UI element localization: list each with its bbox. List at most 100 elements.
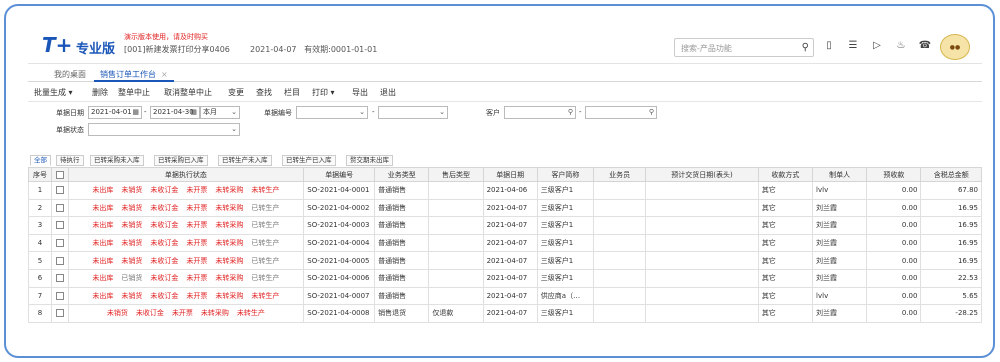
status-link[interactable]: 未出库 [92, 185, 113, 195]
status-link[interactable]: 未出库 [92, 203, 113, 213]
exit-button[interactable]: 退出 [380, 87, 396, 98]
status-link[interactable]: 未开票 [186, 273, 207, 283]
table-row[interactable]: 4 未出库 未销货 未收订金 未开票 未转采购 已转生产 SO-2021-04-0004 普通销… [28, 233, 982, 253]
batch-generate-button[interactable]: 批量生成 ▾ [34, 87, 73, 98]
docno-from-select[interactable]: ⌄ [296, 106, 368, 119]
customer-from-input[interactable]: ⚲ [504, 106, 576, 119]
status-link[interactable]: 未销货 [107, 308, 128, 318]
row-docno[interactable]: SO-2021-04-0002 [303, 198, 376, 218]
col-exec-status-header[interactable]: 单据执行状态 [67, 167, 305, 182]
columns-button[interactable]: 栏目 [284, 87, 300, 98]
row-docno[interactable]: SO-2021-04-0007 [303, 286, 376, 306]
table-row[interactable]: 6 未出库 已销货 未收订金 未开票 未转采购 已转生产 SO-2021-04-0006 普通销… [28, 268, 982, 288]
status-link[interactable]: 未转生产 [251, 185, 279, 195]
col-prepaid-header[interactable]: 预收款 [866, 167, 922, 182]
row-docno[interactable]: SO-2021-04-0001 [303, 181, 376, 200]
trial-notice[interactable]: 演示版本使用，请及时购买 [124, 32, 208, 42]
status-link[interactable]: 未出库 [92, 291, 113, 301]
status-link[interactable]: 未收订金 [150, 273, 178, 283]
search-icon[interactable]: ⚲ [649, 107, 654, 118]
row-docno[interactable]: SO-2021-04-0004 [303, 233, 376, 253]
status-link[interactable]: 未销货 [121, 203, 142, 213]
row-checkbox[interactable] [55, 256, 64, 265]
period-select[interactable]: 本月 ⌄ [200, 106, 240, 119]
col-total-header[interactable]: 含税总金额 [920, 167, 982, 182]
calendar-icon[interactable]: ▦ [190, 107, 197, 118]
col-customer-header[interactable]: 客户简称 [536, 167, 595, 182]
status-link[interactable]: 未出库 [92, 220, 113, 230]
col-eta-header[interactable]: 预计交货日期(表头) [645, 167, 759, 182]
status-link[interactable]: 未销货 [121, 185, 142, 195]
status-link[interactable]: 未收订金 [136, 308, 164, 318]
status-link[interactable]: 未收订金 [150, 185, 178, 195]
status-link[interactable]: 已销货 [121, 273, 142, 283]
col-select-header[interactable] [50, 167, 69, 182]
table-row[interactable]: 5 未出库 未销货 未收订金 未开票 未转采购 已转生产 SO-2021-04-0005 普通销… [28, 251, 982, 270]
date-to-input[interactable]: 2021-04-30 ▦ [150, 106, 200, 119]
status-link[interactable]: 未收订金 [150, 256, 178, 266]
tab-sales-order-workbench[interactable]: 销售订单工作台 × [94, 68, 174, 82]
tab-desktop[interactable]: 我的桌面 [48, 68, 92, 82]
status-link[interactable]: 已转生产 [251, 256, 279, 266]
status-link[interactable]: 未转采购 [201, 308, 229, 318]
search-box[interactable]: 搜索-产品功能 ⚲ [674, 38, 814, 57]
export-button[interactable]: 导出 [352, 87, 368, 98]
row-docno[interactable]: SO-2021-04-0008 [303, 304, 376, 323]
find-button[interactable]: 查找 [256, 87, 272, 98]
col-payment-header[interactable]: 收款方式 [757, 167, 814, 182]
status-link[interactable]: 未开票 [186, 220, 207, 230]
row-docno[interactable]: SO-2021-04-0003 [303, 216, 376, 235]
status-tab-overdue-not-out[interactable]: 赘交期未出库 [346, 155, 393, 166]
date-from-input[interactable]: 2021-04-01 ▦ [88, 106, 142, 119]
status-tab-production-in[interactable]: 已转生产已入库 [282, 155, 336, 166]
status-link[interactable]: 未销货 [121, 238, 142, 248]
search-icon[interactable]: ⚲ [568, 107, 573, 118]
status-link[interactable]: 未开票 [186, 291, 207, 301]
status-link[interactable]: 未开票 [172, 308, 193, 318]
status-link[interactable]: 已转生产 [251, 238, 279, 248]
status-link[interactable]: 未开票 [186, 185, 207, 195]
status-link[interactable]: 未开票 [186, 238, 207, 248]
avatar[interactable]: ●● [940, 34, 970, 60]
col-docno-header[interactable]: 单据编号 [303, 167, 376, 182]
table-row[interactable]: 3 未出库 未销货 未收订金 未开票 未转采购 已转生产 SO-2021-04-0003 普通销… [28, 216, 982, 235]
status-link[interactable]: 未出库 [92, 238, 113, 248]
status-link[interactable]: 未出库 [92, 256, 113, 266]
status-link[interactable]: 未转采购 [215, 220, 243, 230]
col-seq-header[interactable]: 序号 [28, 167, 52, 182]
status-tab-production-not-in[interactable]: 已转生产未入库 [218, 155, 272, 166]
status-link[interactable]: 未销货 [121, 256, 142, 266]
mobile-icon[interactable]: ▯ [822, 40, 836, 51]
status-tab-purchase-not-in[interactable]: 已转采购未入库 [90, 155, 144, 166]
status-link[interactable]: 未开票 [186, 256, 207, 266]
delete-button[interactable]: 删除 [92, 87, 108, 98]
table-row[interactable]: 7 未出库 未销货 未收订金 未开票 未转采购 未转生产 SO-2021-04-0007 普通销… [28, 286, 982, 306]
status-link[interactable]: 未出库 [92, 273, 113, 283]
video-icon[interactable]: ▷ [870, 40, 884, 51]
row-checkbox[interactable] [55, 186, 64, 195]
col-salesperson-header[interactable]: 业务员 [593, 167, 647, 182]
status-link[interactable]: 未收订金 [150, 238, 178, 248]
status-link[interactable]: 未转生产 [237, 308, 265, 318]
status-link[interactable]: 未收订金 [150, 220, 178, 230]
col-biz-type-header[interactable]: 业务类型 [374, 167, 430, 182]
status-link[interactable]: 未转采购 [215, 203, 243, 213]
table-row[interactable]: 1 未出库 未销货 未收订金 未开票 未转采购 未转生产 SO-2021-04-0001 普通销… [28, 181, 982, 200]
select-all-checkbox[interactable] [55, 170, 64, 179]
status-select[interactable]: ⌄ [88, 123, 240, 136]
change-button[interactable]: 变更 [228, 87, 244, 98]
status-link[interactable]: 已转生产 [251, 203, 279, 213]
status-link[interactable]: 未转生产 [251, 291, 279, 301]
checklist-icon[interactable]: ☰ [846, 40, 860, 51]
col-maker-header[interactable]: 制单人 [812, 167, 868, 182]
status-tab-pending[interactable]: 待执行 [56, 155, 84, 166]
status-tab-all[interactable]: 全部 [30, 155, 51, 166]
status-link[interactable]: 已转生产 [251, 220, 279, 230]
status-link[interactable]: 未销货 [121, 220, 142, 230]
status-tab-purchase-in[interactable]: 已转采购已入库 [154, 155, 208, 166]
row-checkbox[interactable] [55, 291, 64, 300]
status-link[interactable]: 未转采购 [215, 273, 243, 283]
status-link[interactable]: 未转采购 [215, 291, 243, 301]
abort-order-button[interactable]: 整单中止 [118, 87, 150, 98]
col-doc-date-header[interactable]: 单据日期 [482, 167, 538, 182]
